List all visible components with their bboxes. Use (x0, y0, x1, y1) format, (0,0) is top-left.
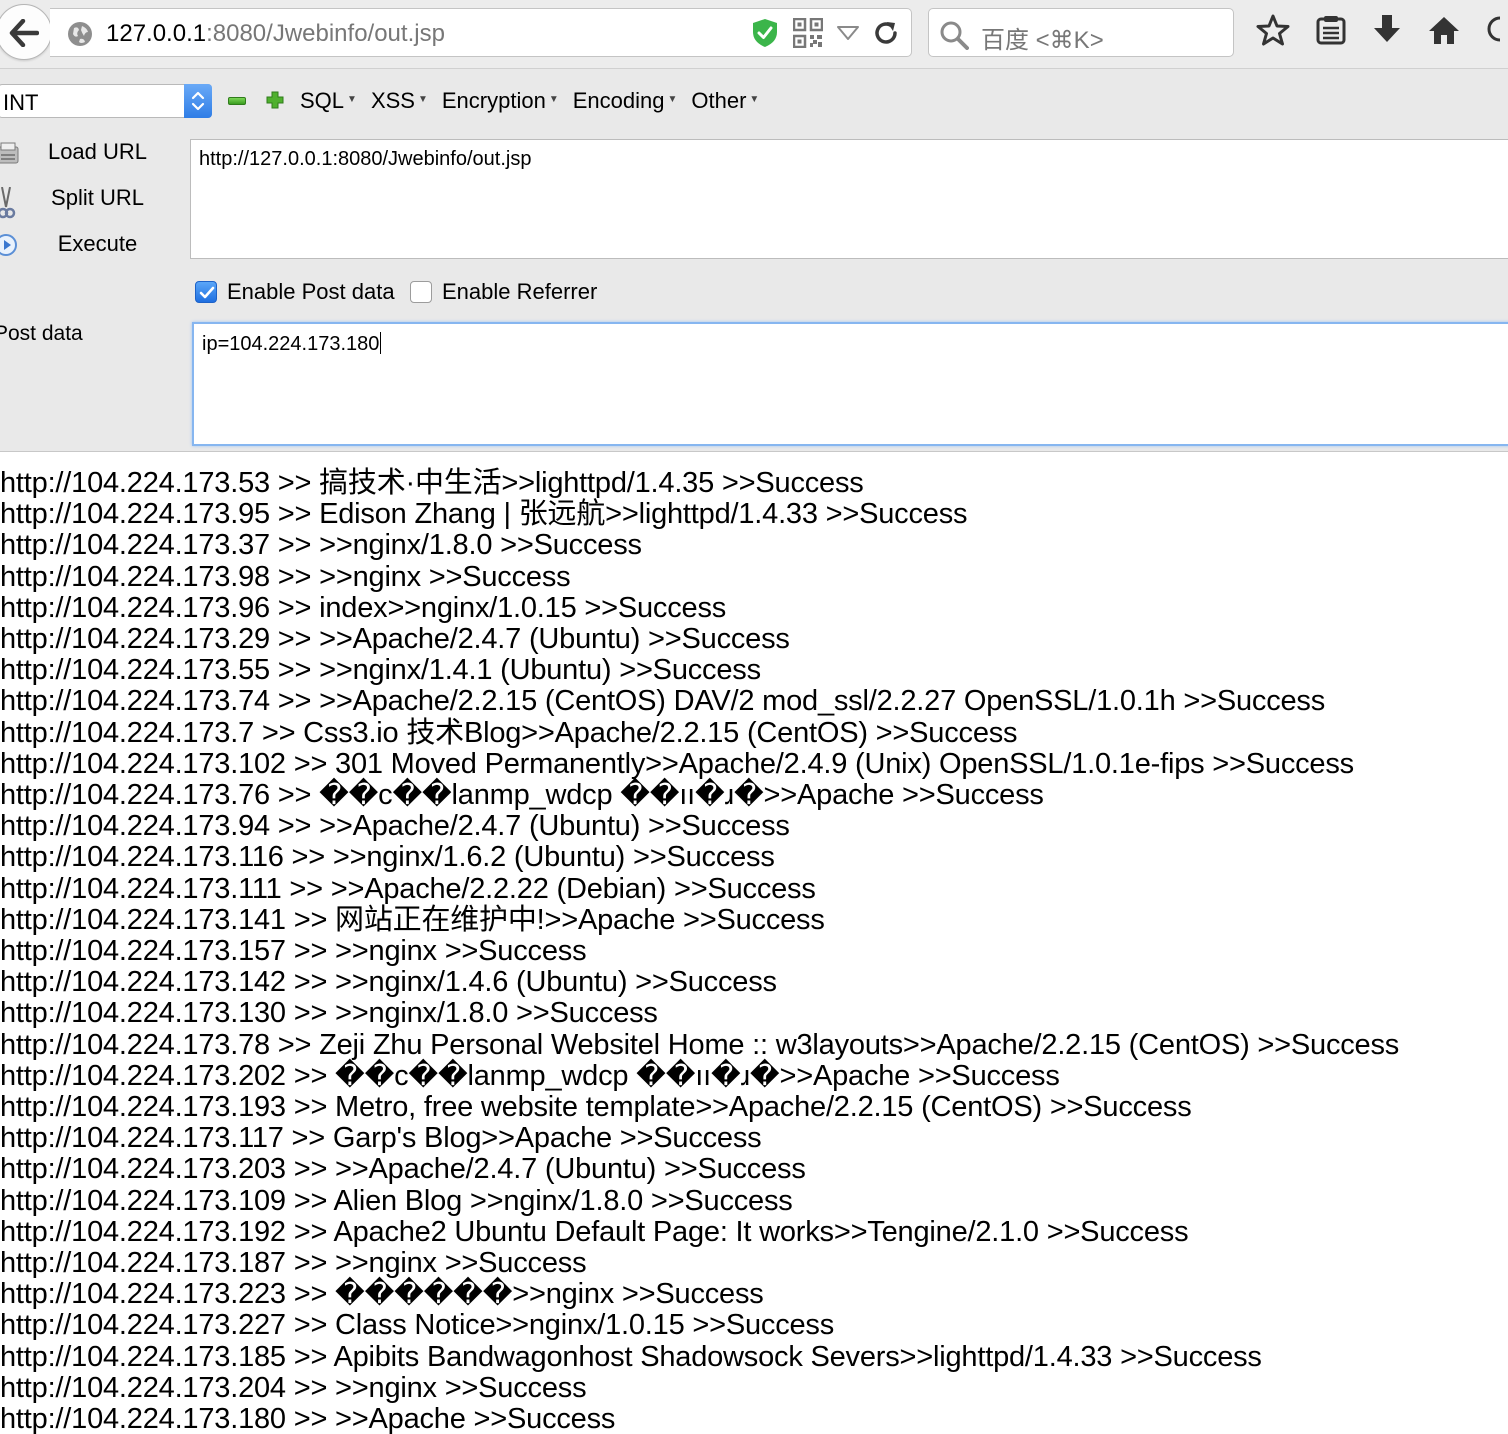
enable-referrer-label: Enable Referrer (442, 279, 598, 304)
address-bar[interactable]: 127.0.0.1:8080/Jwebinfo/out.jsp (50, 8, 912, 57)
hackbar-menu-bar: SQL ▼ XSS ▼ Encryption ▼ Encoding ▼ Other ▼ (300, 88, 773, 114)
plus-icon[interactable] (266, 91, 284, 109)
globe-icon (68, 22, 92, 46)
checkbox-checked[interactable] (195, 281, 217, 303)
menu-encoding[interactable]: Encoding ▼ (573, 88, 678, 114)
qr-code-icon[interactable] (793, 18, 823, 48)
type-select[interactable]: INT (0, 84, 212, 118)
reload-icon[interactable] (873, 20, 899, 46)
result-line: http://104.224.173.98 >> >>nginx >>Succe… (0, 560, 571, 593)
menu-sql[interactable]: SQL ▼ (300, 88, 357, 114)
result-line: http://104.224.173.204 >> >>nginx >>Succ… (0, 1371, 587, 1404)
post-data-textarea[interactable]: ip=104.224.173.180 (192, 322, 1508, 446)
result-line: http://104.224.173.223 >> ������>>nginx … (0, 1278, 764, 1311)
back-button[interactable] (0, 4, 52, 60)
result-line: http://104.224.173.76 >> ��c��lanmp_wdcp… (0, 779, 1044, 812)
address-text: 127.0.0.1:8080/Jwebinfo/out.jsp (106, 20, 445, 48)
result-line: http://104.224.173.102 >> 301 Moved Perm… (0, 747, 1354, 780)
result-line: http://104.224.173.141 >> 网站正在维护中!>>Apac… (0, 903, 825, 936)
enable-referrer-checkbox[interactable]: Enable Referrer (410, 279, 597, 305)
result-line: http://104.224.173.202 >> ��c��lanmp_wdc… (0, 1059, 1060, 1092)
dropdown-triangle-icon[interactable] (837, 26, 859, 40)
result-line: http://104.224.173.94 >> >>Apache/2.4.7 … (0, 810, 790, 843)
bookmark-star-icon[interactable] (1256, 14, 1290, 46)
result-line: http://104.224.173.116 >> >>nginx/1.6.2 … (0, 841, 775, 874)
execute-button[interactable]: Execute (0, 227, 190, 263)
result-line: http://104.224.173.74 >> >>Apache/2.2.15… (0, 685, 1326, 718)
result-line: http://104.224.173.111 >> >>Apache/2.2.2… (0, 872, 816, 905)
load-url-label: Load URL (47, 139, 148, 164)
text-cursor (380, 332, 382, 354)
scan-results: http://104.224.173.53 >> 搞技术·中生活>>lightt… (0, 467, 1508, 1434)
result-line: http://104.224.173.142 >> >>nginx/1.4.6 … (0, 966, 777, 999)
url-textarea[interactable]: http://127.0.0.1:8080/Jwebinfo/out.jsp (190, 139, 1508, 259)
caret-down-icon: ▼ (548, 94, 559, 105)
result-line: http://104.224.173.130 >> >>nginx/1.8.0 … (0, 997, 658, 1030)
result-line: http://104.224.173.7 >> Css3.io 技术Blog>>… (0, 716, 1018, 749)
checkbox-unchecked[interactable] (410, 281, 432, 303)
result-line: http://104.224.173.192 >> Apache2 Ubuntu… (0, 1215, 1189, 1248)
download-icon[interactable] (1372, 14, 1402, 46)
caret-down-icon: ▼ (667, 94, 678, 105)
result-line: http://104.224.173.227 >> Class Notice>>… (0, 1309, 835, 1342)
result-line: http://104.224.173.117 >> Garp's Blog>>A… (0, 1122, 762, 1155)
minus-icon[interactable] (228, 97, 246, 105)
menu-encryption[interactable]: Encryption ▼ (442, 88, 559, 114)
result-line: http://104.224.173.96 >> index>>nginx/1.… (0, 591, 727, 624)
menu-other[interactable]: Other ▼ (691, 88, 759, 114)
profile-icon[interactable] (1486, 15, 1500, 45)
type-select-value: INT (3, 90, 39, 115)
reading-list-icon[interactable] (1316, 15, 1346, 45)
post-data-label: Post data (0, 322, 83, 345)
result-line: http://104.224.173.78 >> Zeji Zhu Person… (0, 1028, 1400, 1061)
result-line: http://104.224.173.157 >> >>nginx >>Succ… (0, 935, 587, 968)
split-url-button[interactable]: Split URL (0, 181, 190, 219)
result-line: http://104.224.173.203 >> >>Apache/2.4.7… (0, 1153, 806, 1186)
result-line: http://104.224.173.53 >> 搞技术·中生活>>lightt… (0, 467, 864, 499)
url-path: :8080/Jwebinfo/out.jsp (206, 20, 445, 47)
enable-post-checkbox[interactable]: Enable Post data (195, 279, 395, 305)
url-host: 127.0.0.1 (106, 20, 207, 47)
caret-down-icon: ▼ (417, 94, 428, 105)
enable-post-label: Enable Post data (227, 279, 395, 304)
caret-down-icon: ▼ (749, 94, 760, 105)
shield-icon[interactable] (751, 18, 779, 48)
result-line: http://104.224.173.185 >> Apibits Bandwa… (0, 1340, 1262, 1373)
menu-xss[interactable]: XSS ▼ (371, 88, 428, 114)
search-bar[interactable]: 百度 <⌘K> (928, 8, 1234, 57)
result-line: http://104.224.173.187 >> >>nginx >>Succ… (0, 1247, 587, 1280)
result-line: http://104.224.173.180 >> >>Apache >>Suc… (0, 1403, 616, 1434)
result-line: http://104.224.173.37 >> >>nginx/1.8.0 >… (0, 529, 642, 562)
back-arrow-icon (9, 19, 39, 47)
browser-toolbar: 127.0.0.1:8080/Jwebinfo/out.jsp 百度 <⌘K> (0, 0, 1508, 68)
home-icon[interactable] (1428, 15, 1460, 45)
split-url-label: Split URL (51, 185, 144, 210)
search-icon (940, 21, 969, 50)
checkmark-icon (199, 286, 215, 299)
updown-chevron-icon (191, 91, 205, 111)
result-line: http://104.224.173.193 >> Metro, free we… (0, 1091, 1192, 1124)
search-placeholder: 百度 <⌘K> (981, 27, 1104, 54)
result-line: http://104.224.173.95 >> Edison Zhang | … (0, 498, 968, 531)
execute-label: Execute (57, 231, 138, 256)
hackbar-panel: INT SQL ▼ XSS ▼ Encryption ▼ Encoding ▼ Othe… (0, 68, 1508, 452)
url-textarea-value: http://127.0.0.1:8080/Jwebinfo/out.jsp (199, 148, 532, 170)
load-url-button[interactable]: Load URL (0, 135, 190, 171)
result-line: http://104.224.173.29 >> >>Apache/2.4.7 … (0, 623, 790, 656)
select-stepper[interactable] (184, 84, 212, 118)
result-line: http://104.224.173.109 >> Alien Blog >>n… (0, 1184, 793, 1217)
result-line: http://104.224.173.55 >> >>nginx/1.4.1 (… (0, 654, 761, 687)
caret-down-icon: ▼ (347, 94, 357, 105)
post-data-value: ip=104.224.173.180 (202, 333, 380, 355)
